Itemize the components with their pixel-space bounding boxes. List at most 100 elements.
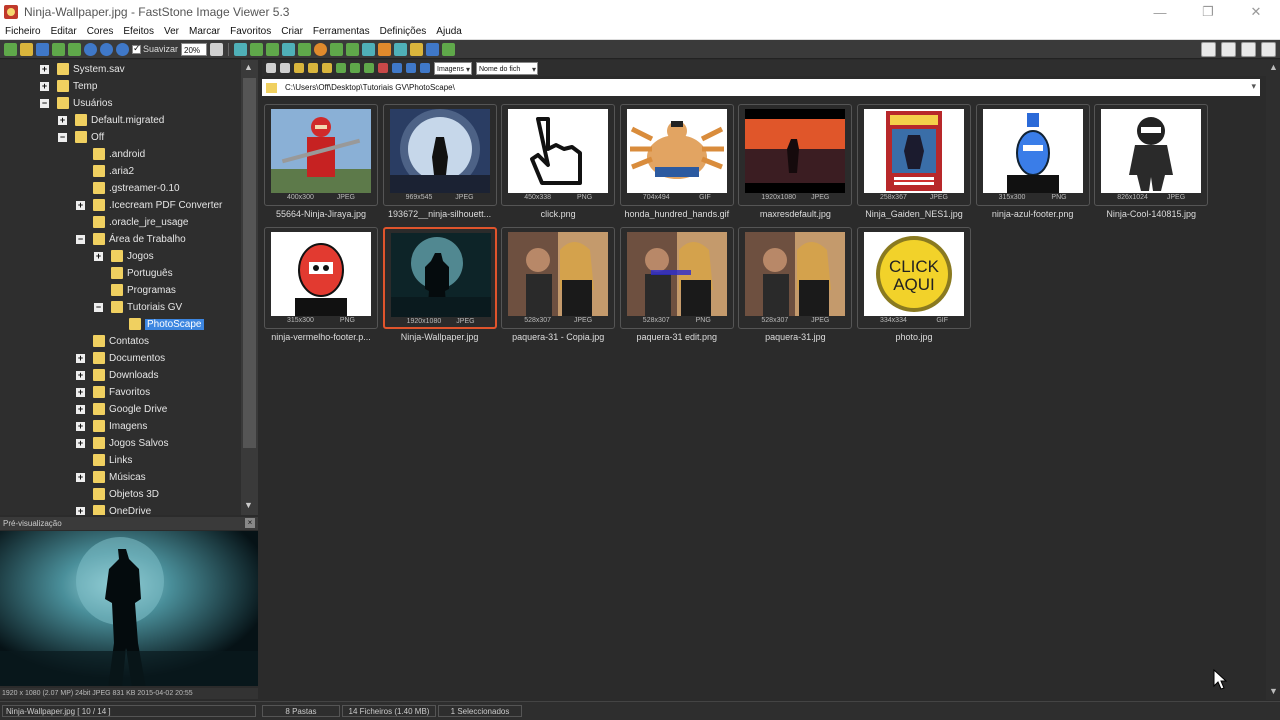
collapse-icon[interactable]: − — [58, 132, 67, 142]
menu-efeitos[interactable]: Efeitos — [118, 26, 159, 37]
menu-ver[interactable]: Ver — [159, 26, 184, 37]
thumbnail-frame[interactable]: 826x1024 JPEG — [1094, 104, 1209, 206]
thumbnail-frame[interactable]: 450x338 PNG — [501, 104, 616, 206]
thumbnail-frame[interactable]: 704x494 GIF — [619, 104, 734, 206]
menu-editar[interactable]: Editar — [46, 26, 82, 37]
scroll-up-icon[interactable]: ▲ — [244, 62, 253, 72]
thumbnail-frame[interactable]: 528x307 JPEG — [501, 227, 616, 329]
thumbnail-frame[interactable]: 528x307 JPEG — [738, 227, 853, 329]
thumbnail-image[interactable] — [390, 233, 491, 317]
sort-select[interactable]: Nome do fich — [476, 61, 538, 76]
thumbnail-item[interactable]: 826x1024 JPEG Ninja-Cool-140815.jpg — [1094, 104, 1209, 224]
tree-node[interactable]: − Área de Trabalho — [76, 231, 186, 247]
thumbnail-filename[interactable]: photo.jpg — [851, 332, 977, 342]
thumbnail-image[interactable] — [864, 109, 964, 193]
rotate-right-icon[interactable] — [266, 42, 280, 56]
thumbnail-image[interactable] — [271, 232, 371, 316]
thumbnail-filename[interactable]: paquera-31.jpg — [732, 332, 858, 342]
thumbnail-filename[interactable]: ninja-vermelho-footer.p... — [258, 332, 384, 342]
tree-node[interactable]: − Off — [58, 129, 104, 145]
thumbnail-image[interactable] — [626, 109, 727, 193]
layout-3-icon[interactable] — [1241, 42, 1256, 57]
menu-favoritos[interactable]: Favoritos — [225, 26, 276, 37]
expand-icon[interactable]: + — [76, 387, 85, 397]
expand-icon[interactable]: + — [76, 438, 85, 448]
thumbnail-frame[interactable]: 315x300 PNG — [264, 227, 378, 329]
tree-node[interactable]: Programas — [94, 282, 176, 298]
favorite-folder-icon[interactable] — [322, 63, 332, 73]
smooth-checkbox[interactable]: Suavizar — [132, 43, 178, 54]
thumbnail-frame[interactable]: 1920x1080 JPEG — [738, 104, 853, 206]
draw-icon[interactable] — [394, 42, 408, 56]
thumbnail-item[interactable]: 450x338 PNG click.png — [501, 104, 616, 224]
thumbnail-item[interactable]: 400x300 JPEG 55664-Ninja-Jiraya.jpg — [264, 104, 378, 224]
tree-node[interactable]: − Tutoriais GV — [94, 299, 182, 315]
tree-node[interactable]: + Downloads — [76, 367, 158, 383]
thumbnail-item[interactable]: 704x494 GIF honda_hundred_hands.gif — [619, 104, 734, 224]
batch-icon[interactable] — [378, 42, 392, 56]
thumbnail-item[interactable]: 1920x1080 JPEG maxresdefault.jpg — [738, 104, 853, 224]
thumbnail-filename[interactable]: 55664-Ninja-Jiraya.jpg — [258, 209, 384, 219]
flip-icon[interactable] — [282, 42, 296, 56]
tree-node[interactable]: + .Icecream PDF Converter — [76, 197, 222, 213]
scroll-down-icon[interactable]: ▼ — [244, 500, 253, 510]
thumbnail-filename[interactable]: Ninja-Cool-140815.jpg — [1088, 209, 1214, 219]
thumbnail-filename[interactable]: honda_hundred_hands.gif — [614, 209, 740, 219]
select-all-icon[interactable] — [392, 63, 402, 73]
parent-folder-icon[interactable] — [294, 63, 304, 73]
resize-icon[interactable] — [330, 42, 344, 56]
tree-node[interactable]: + System.sav — [40, 61, 125, 77]
thumbnail-item[interactable]: 528x307 JPEG paquera-31 - Copia.jpg — [501, 227, 616, 347]
settings-icon[interactable] — [442, 42, 456, 56]
expand-icon[interactable]: + — [76, 421, 85, 431]
thumbnail-image[interactable] — [745, 232, 846, 316]
scroll-down-icon[interactable]: ▼ — [1269, 686, 1278, 696]
collapse-icon[interactable]: − — [40, 98, 49, 108]
thumbnail-item[interactable]: 528x307 PNG paquera-31 edit.png — [619, 227, 734, 347]
fullscreen-icon[interactable] — [1261, 42, 1276, 57]
thumbnail-filename[interactable]: Ninja-Wallpaper.jpg — [377, 332, 503, 342]
menu-definicoes[interactable]: Definições — [375, 26, 432, 37]
expand-icon[interactable]: + — [76, 370, 85, 380]
expand-icon[interactable]: + — [76, 506, 85, 515]
maximize-button[interactable]: ❐ — [1184, 0, 1232, 24]
zoom-select[interactable]: 20% — [181, 42, 208, 56]
menu-ficheiro[interactable]: Ficheiro — [0, 26, 46, 37]
forward-icon[interactable] — [280, 63, 290, 73]
email-icon[interactable] — [410, 42, 424, 56]
thumbnail-image[interactable] — [745, 109, 846, 193]
thumbnail-image[interactable]: CLICK AQUI — [864, 232, 964, 316]
collapse-icon[interactable]: − — [94, 302, 103, 312]
save-icon[interactable] — [36, 42, 49, 56]
thumbnail-filename[interactable]: paquera-31 - Copia.jpg — [495, 332, 621, 342]
tree-node[interactable]: Objetos 3D — [76, 486, 159, 502]
tree-node[interactable]: + Documentos — [76, 350, 165, 366]
thumbnail-item[interactable]: 315x300 PNG ninja-azul-footer.png — [975, 104, 1090, 224]
minimize-button[interactable]: — — [1136, 0, 1184, 24]
refresh-browser-icon[interactable] — [364, 63, 374, 73]
thumbnail-item[interactable]: 969x545 JPEG 193672__ninja-silhouett... — [382, 104, 497, 224]
filter-select[interactable]: Imagens — [434, 61, 472, 76]
tree-node[interactable]: + Google Drive — [76, 401, 167, 417]
tree-node[interactable]: + Jogos — [94, 248, 154, 264]
thumbnail-image[interactable] — [1101, 109, 1202, 193]
tree-node[interactable]: − Usuários — [40, 95, 112, 111]
collapse-icon[interactable]: − — [76, 234, 85, 244]
thumbnail-filename[interactable]: paquera-31 edit.png — [614, 332, 740, 342]
menu-ajuda[interactable]: Ajuda — [431, 26, 467, 37]
tree-node[interactable]: Links — [76, 452, 132, 468]
scroll-up-icon[interactable]: ▲ — [1269, 62, 1278, 72]
expand-icon[interactable]: + — [94, 251, 103, 261]
thumbnail-image[interactable] — [508, 232, 609, 316]
thumbnail-image[interactable] — [508, 109, 609, 193]
fit-icon[interactable] — [210, 42, 224, 56]
details-view-icon[interactable] — [406, 63, 416, 73]
thumbnail-filename[interactable]: maxresdefault.jpg — [732, 209, 858, 219]
tree-node[interactable]: + OneDrive — [76, 503, 151, 515]
thumbnail-frame[interactable]: 315x300 PNG — [975, 104, 1090, 206]
close-preview-icon[interactable]: × — [245, 518, 255, 528]
tree-node[interactable]: + Músicas — [76, 469, 146, 485]
tree-node[interactable]: Contatos — [76, 333, 149, 349]
address-bar[interactable]: C:\Users\Off\Desktop\Tutoriais GV\PhotoS… — [262, 79, 1260, 96]
layout-1-icon[interactable] — [1201, 42, 1216, 57]
